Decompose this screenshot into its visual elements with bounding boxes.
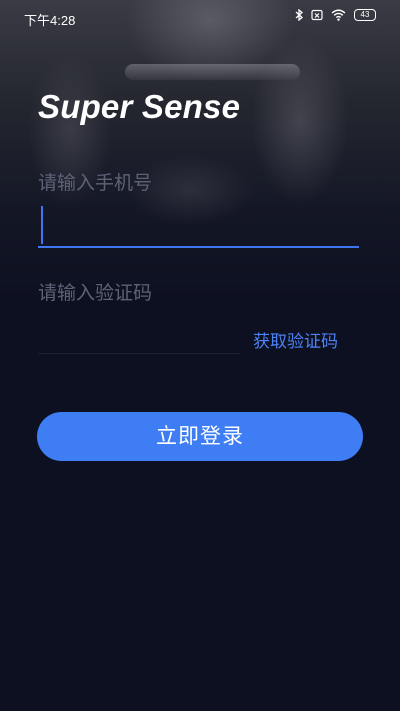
phone-input[interactable] <box>46 208 350 242</box>
status-time: 下午4:28 <box>24 13 76 28</box>
login-screen: 下午4:28 43 Super Sense 请输入手机号 请输入验证码 获取验证… <box>0 0 400 711</box>
no-sim-icon <box>311 9 323 21</box>
app-brand-title: Super Sense <box>38 88 241 125</box>
phone-label: 请输入手机号 <box>38 172 153 194</box>
bluetooth-icon <box>295 9 303 21</box>
wifi-icon <box>331 9 346 21</box>
status-icons: 43 <box>295 9 376 21</box>
phone-field <box>38 200 359 248</box>
code-field <box>38 320 242 354</box>
battery-icon: 43 <box>354 9 376 21</box>
text-caret <box>41 206 43 244</box>
get-code-button[interactable]: 获取验证码 <box>253 327 338 352</box>
code-label: 请输入验证码 <box>38 282 153 304</box>
status-bar: 下午4:28 43 <box>0 0 400 36</box>
background-photo-detail <box>125 64 300 80</box>
code-input[interactable] <box>38 320 242 354</box>
login-button[interactable]: 立即登录 <box>37 412 363 461</box>
background-photo <box>0 0 400 300</box>
